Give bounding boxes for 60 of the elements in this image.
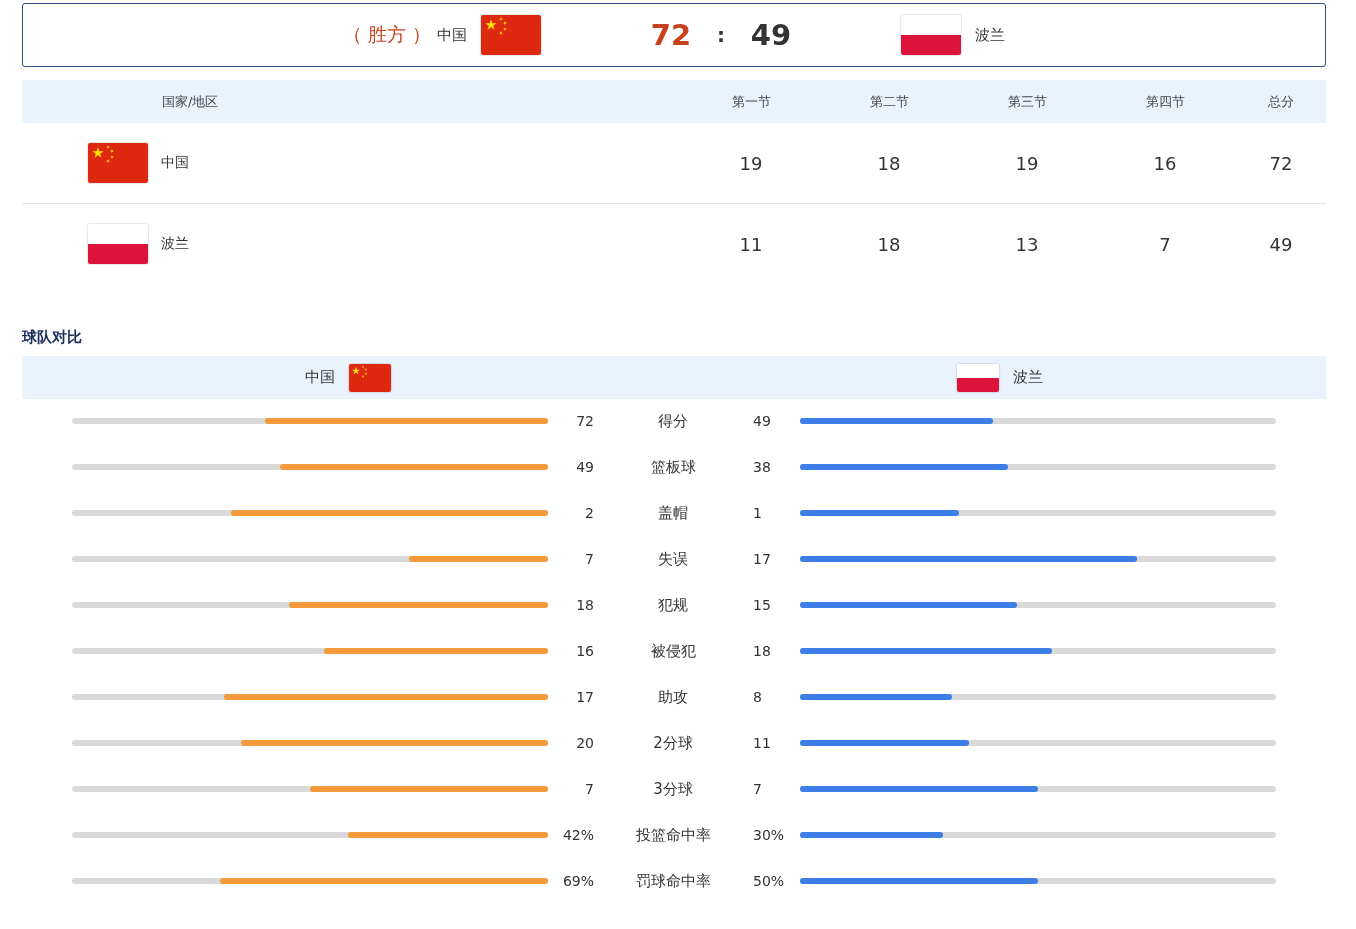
stat-value: 1 (752, 505, 763, 521)
stat-value: 49 (575, 459, 595, 475)
stat-value: 15 (752, 597, 772, 613)
winner-label: （ 胜方 ） (342, 22, 432, 47)
stat-value: 38 (752, 459, 772, 475)
stat-label: 得分 (657, 411, 689, 431)
table-cell-text: 49 (1268, 233, 1294, 255)
stat-value: 50% (752, 873, 786, 889)
team-name: 波兰 (1013, 368, 1043, 387)
score-separator: : (716, 23, 727, 47)
table-cell-text: 72 (1268, 152, 1294, 174)
stat-value: 69% (561, 873, 595, 889)
column-header: 第三节 (1006, 92, 1048, 111)
stat-value: 8 (752, 689, 763, 705)
stat-label: 盖帽 (657, 503, 689, 523)
stat-value: 42% (561, 827, 595, 843)
stat-label: 3分球 (652, 779, 694, 799)
column-header: 总分 (1267, 92, 1295, 111)
stat-label: 2分球 (652, 733, 694, 753)
table-cell-text: 19 (738, 152, 764, 174)
column-header: 第四节 (1144, 92, 1186, 111)
stat-value: 20 (575, 735, 595, 751)
stat-value: 2 (584, 505, 595, 521)
table-cell-text: 13 (1014, 233, 1040, 255)
stat-label: 罚球命中率 (634, 871, 712, 891)
stat-value: 11 (752, 735, 772, 751)
stat-label: 失误 (657, 549, 689, 569)
stat-value: 7 (584, 551, 595, 567)
team-name: 波兰 (975, 25, 1006, 45)
column-header: 第二节 (868, 92, 910, 111)
stat-value: 30% (752, 827, 786, 843)
team-name: 中国 (161, 154, 189, 172)
stat-value: 49 (752, 413, 772, 429)
away-score: 49 (749, 18, 793, 52)
table-cell-text: 18 (876, 152, 902, 174)
team-name: 中国 (305, 368, 335, 387)
stat-value: 72 (575, 413, 595, 429)
stat-label: 投篮命中率 (634, 825, 712, 845)
stat-value: 16 (575, 643, 595, 659)
stat-value: 7 (752, 781, 763, 797)
stat-label: 助攻 (657, 687, 689, 707)
stat-value: 18 (575, 597, 595, 613)
team-name: 波兰 (161, 235, 189, 253)
column-header: 第一节 (730, 92, 772, 111)
stat-label: 篮板球 (649, 457, 697, 477)
table-cell-text: 7 (1158, 233, 1172, 255)
stat-label: 犯规 (657, 595, 689, 615)
home-score: 72 (649, 18, 693, 52)
table-cell-text: 18 (876, 233, 902, 255)
stat-value: 7 (584, 781, 595, 797)
table-cell-text: 16 (1152, 152, 1178, 174)
stat-label: 被侵犯 (649, 641, 697, 661)
stat-value: 18 (752, 643, 772, 659)
column-header: 国家/地区 (161, 92, 220, 111)
stat-value: 17 (752, 551, 772, 567)
table-cell-text: 19 (1014, 152, 1040, 174)
stat-value: 17 (575, 689, 595, 705)
table-cell-text: 11 (738, 233, 764, 255)
team-name: 中国 (437, 25, 468, 45)
section-title: 球队对比 (22, 328, 82, 347)
